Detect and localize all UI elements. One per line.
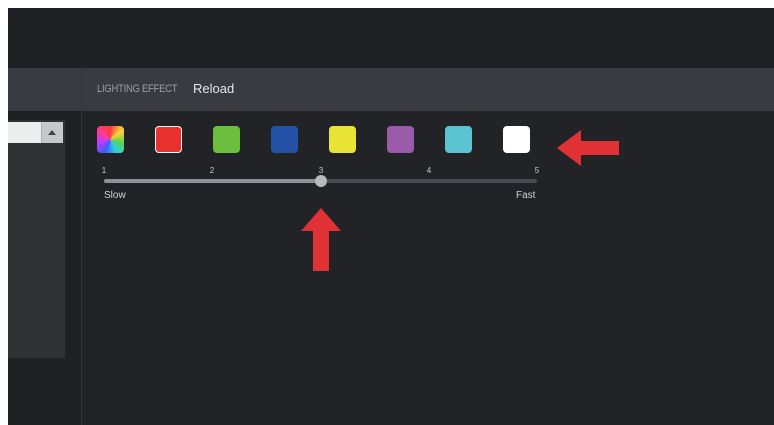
speed-tick-1: 1 bbox=[101, 166, 107, 175]
speed-tick-3: 3 bbox=[318, 166, 324, 175]
lighting-effect-panel: LIGHTING EFFECT Reload 1 2 3 4 5 Slow Fa… bbox=[82, 68, 774, 425]
speed-slider-thumb[interactable] bbox=[314, 175, 327, 187]
purple-swatch[interactable] bbox=[387, 126, 414, 153]
speed-slider-fill bbox=[104, 179, 321, 183]
lighting-effect-label: LIGHTING EFFECT bbox=[97, 83, 178, 95]
left-panel bbox=[8, 68, 82, 425]
left-panel-header bbox=[8, 68, 81, 111]
reload-button[interactable]: Reload bbox=[193, 81, 234, 96]
yellow-swatch[interactable] bbox=[329, 126, 356, 153]
blue-swatch[interactable] bbox=[271, 126, 298, 153]
slow-label: Slow bbox=[104, 190, 126, 201]
red-swatch[interactable] bbox=[155, 126, 182, 153]
up-arrow-annotation bbox=[301, 208, 341, 271]
white-swatch[interactable] bbox=[503, 126, 530, 153]
top-bar bbox=[8, 8, 774, 68]
left-arrow-annotation bbox=[557, 130, 619, 166]
rainbow-swatch[interactable] bbox=[97, 126, 124, 153]
cyan-swatch[interactable] bbox=[445, 126, 472, 153]
panel-header: LIGHTING EFFECT Reload bbox=[82, 68, 774, 111]
left-panel-list bbox=[8, 120, 65, 358]
fast-label: Fast bbox=[516, 190, 536, 201]
profile-dropdown[interactable] bbox=[8, 122, 63, 143]
dropdown-toggle-button[interactable] bbox=[41, 122, 63, 143]
speed-tick-4: 4 bbox=[426, 166, 432, 175]
app-window: LIGHTING EFFECT Reload 1 2 3 4 5 Slow Fa… bbox=[8, 8, 774, 425]
speed-tick-2: 2 bbox=[209, 166, 215, 175]
green-swatch[interactable] bbox=[213, 126, 240, 153]
speed-tick-5: 5 bbox=[534, 166, 540, 175]
